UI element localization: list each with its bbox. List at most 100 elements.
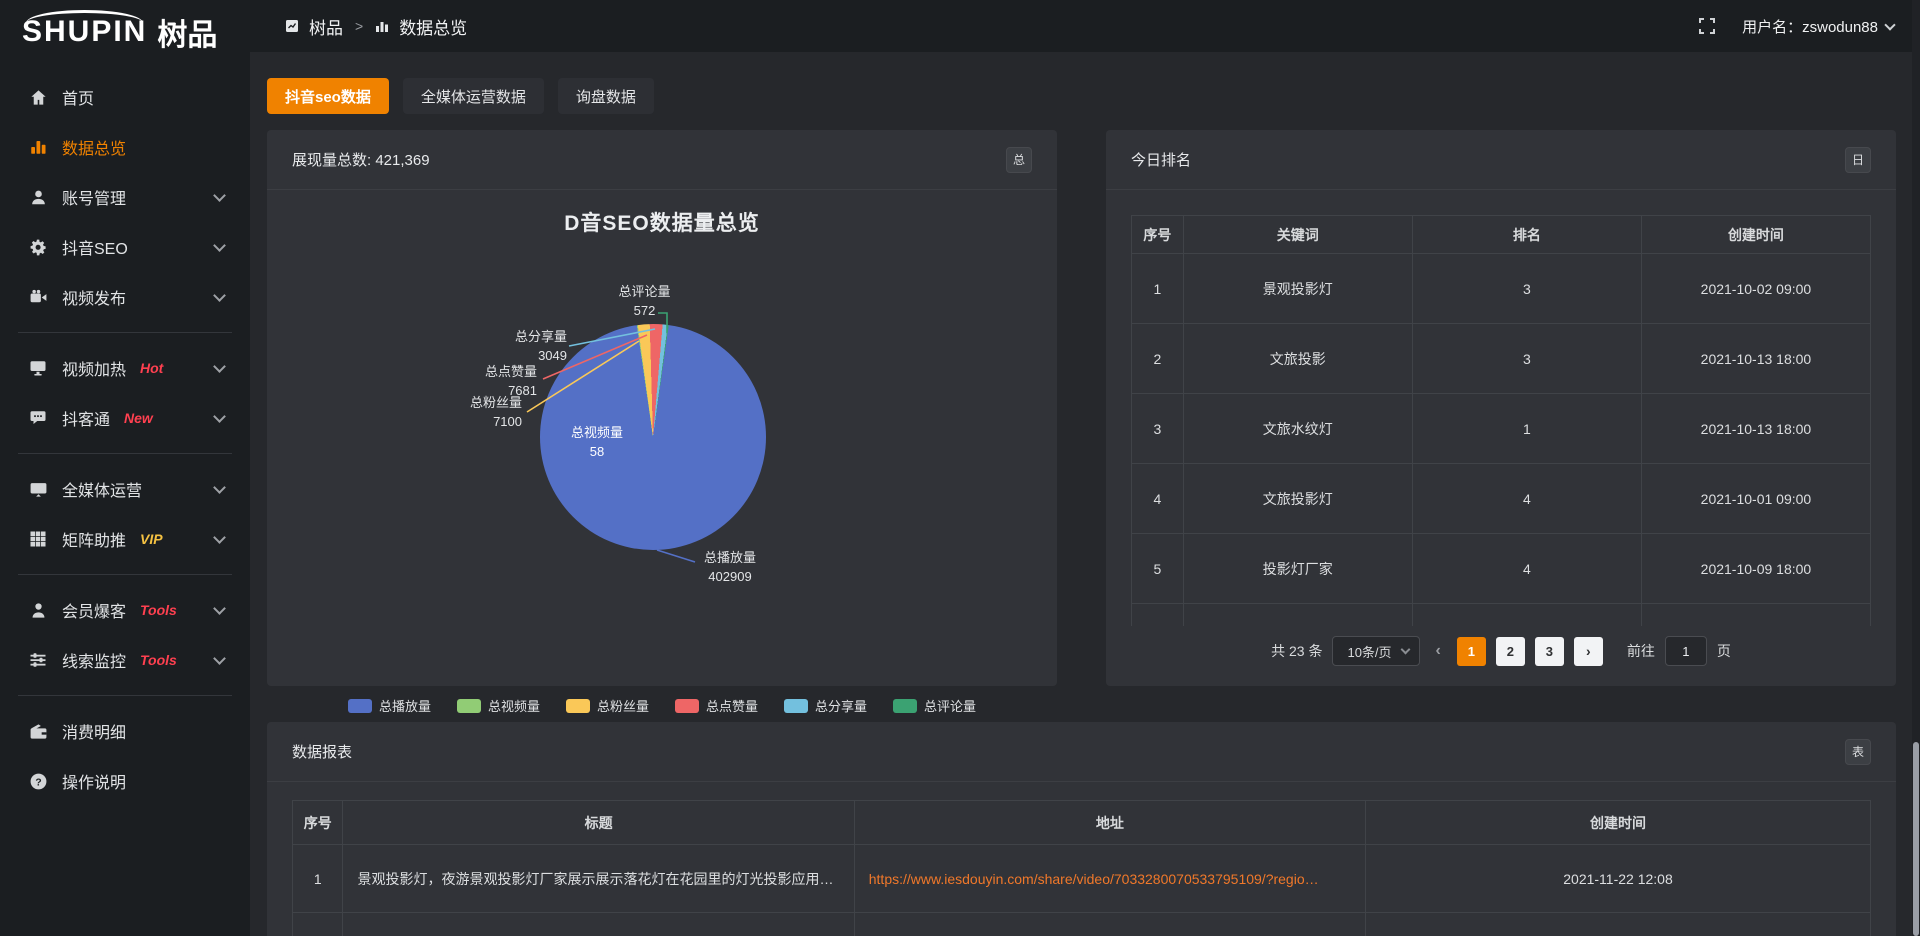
legend-swatch bbox=[893, 699, 917, 713]
table-row[interactable]: 4文旅投影灯 42021-10-01 09:00 bbox=[1132, 464, 1871, 534]
tools-badge: Tools bbox=[140, 652, 177, 668]
legend-swatch bbox=[457, 699, 481, 713]
video-link[interactable]: https://www.iesdouyin.com/share/video/70… bbox=[869, 871, 1319, 887]
sidebar-item-home[interactable]: 首页 bbox=[0, 72, 250, 122]
svg-text:?: ? bbox=[35, 777, 41, 788]
sidebar-item-label: 矩阵助推 bbox=[62, 527, 126, 551]
table-row[interactable]: 5投影灯厂家 42021-10-09 18:00 bbox=[1132, 534, 1871, 604]
sidebar-item-member-baoke[interactable]: 会员爆客 Tools bbox=[0, 585, 250, 635]
fullscreen-icon[interactable] bbox=[1698, 17, 1716, 35]
user-name: 用户名：zswodun88 bbox=[1742, 16, 1878, 37]
report-title: 数据报表 bbox=[292, 741, 352, 762]
chevron-down-icon bbox=[213, 652, 226, 665]
table-row[interactable]: 1 景观投影灯，夜游景观投影灯厂家展示展示落花灯在花园里的灯光投影应用效果 # … bbox=[293, 845, 1871, 913]
tab-omnimedia-data[interactable]: 全媒体运营数据 bbox=[403, 78, 544, 114]
divider bbox=[18, 695, 232, 696]
pie-label-comments: 总评论量 572 bbox=[587, 283, 702, 321]
report-panel: 数据报表 表 序号 标题 地址 创建时间 1 景观投影灯，夜游景观投影灯厂家展示… bbox=[267, 722, 1896, 936]
scrollbar-track[interactable] bbox=[1912, 0, 1920, 936]
legend-swatch bbox=[675, 699, 699, 713]
table-row[interactable]: 3文旅水纹灯 12021-10-13 18:00 bbox=[1132, 394, 1871, 464]
sidebar-item-account[interactable]: 账号管理 bbox=[0, 172, 250, 222]
legend-label: 总视频量 bbox=[488, 696, 540, 715]
sidebar-item-matrix-boost[interactable]: 矩阵助推 VIP bbox=[0, 514, 250, 564]
sidebar-menu: 首页 数据总览 账号管理 抖音SEO bbox=[0, 72, 250, 806]
scrollbar-thumb[interactable] bbox=[1913, 742, 1919, 936]
user-menu[interactable]: 用户名：zswodun88 bbox=[1742, 16, 1894, 37]
legend-item-总播放量[interactable]: 总播放量 bbox=[348, 696, 431, 715]
person-icon bbox=[28, 600, 48, 620]
sidebar-item-lead-monitor[interactable]: 线索监控 Tools bbox=[0, 635, 250, 685]
table-toggle-button[interactable]: 表 bbox=[1845, 739, 1871, 765]
monitor-icon bbox=[28, 479, 48, 499]
sidebar-item-label: 操作说明 bbox=[62, 769, 126, 793]
chevron-down-icon bbox=[213, 289, 226, 302]
page-button-1[interactable]: 1 bbox=[1457, 637, 1486, 666]
sidebar-item-video-publish[interactable]: 视频发布 bbox=[0, 272, 250, 322]
legend-label: 总评论量 bbox=[924, 696, 976, 715]
daily-toggle-button[interactable]: 日 bbox=[1845, 147, 1871, 173]
legend-item-总粉丝量[interactable]: 总粉丝量 bbox=[566, 696, 649, 715]
legend-item-总分享量[interactable]: 总分享量 bbox=[784, 696, 867, 715]
pagination-total: 共 23 条 bbox=[1271, 641, 1322, 661]
question-circle-icon: ? bbox=[28, 771, 48, 791]
chart-title: D音SEO数据量总览 bbox=[267, 207, 1057, 237]
ranking-title: 今日排名 bbox=[1131, 149, 1191, 170]
sidebar-item-help[interactable]: ? 操作说明 bbox=[0, 756, 250, 806]
page-size-select[interactable]: 10条/页 bbox=[1332, 636, 1419, 666]
breadcrumb-current: 数据总览 bbox=[399, 14, 467, 39]
video-title: 景观投影灯，夜游景观投影灯厂家展示展示落花灯在花园里的灯光投影应用效果 # bbox=[343, 845, 854, 913]
sidebar-item-label: 消费明细 bbox=[62, 719, 126, 743]
pagination: 共 23 条 10条/页 ‹ 1 2 3 › 前往 页 bbox=[1106, 636, 1896, 666]
prev-page-button[interactable]: ‹ bbox=[1430, 642, 1447, 660]
sidebar-item-consumption[interactable]: 消费明细 bbox=[0, 706, 250, 756]
table-row[interactable]: 1景观投影灯 32021-10-02 09:00 bbox=[1132, 254, 1871, 324]
col-index: 序号 bbox=[1132, 216, 1184, 254]
overview-panel-header: 展现量总数: 421,369 总 bbox=[267, 130, 1057, 190]
user-icon bbox=[28, 187, 48, 207]
breadcrumb-root[interactable]: 树品 bbox=[309, 14, 343, 39]
col-created: 创建时间 bbox=[1641, 216, 1870, 254]
logo-text-cn: 树品 bbox=[157, 10, 217, 54]
sidebar-item-data-overview[interactable]: 数据总览 bbox=[0, 122, 250, 172]
page-button-2[interactable]: 2 bbox=[1496, 637, 1525, 666]
ranking-table: 序号 关键词 排名 创建时间 1景观投影灯 32021-10-02 09:00 … bbox=[1131, 215, 1871, 626]
col-created: 创建时间 bbox=[1366, 801, 1871, 845]
grid-icon bbox=[28, 529, 48, 549]
total-toggle-button[interactable]: 总 bbox=[1006, 147, 1032, 173]
table-row[interactable]: 2文旅投影 32021-10-13 18:00 bbox=[1132, 324, 1871, 394]
legend-item-总评论量[interactable]: 总评论量 bbox=[893, 696, 976, 715]
sidebar-item-label: 会员爆客 bbox=[62, 598, 126, 622]
sidebar-item-label: 线索监控 bbox=[62, 648, 126, 672]
pie-label-plays: 总播放量 402909 bbox=[675, 549, 785, 587]
bar-chart-icon bbox=[28, 137, 48, 157]
page-button-3[interactable]: 3 bbox=[1535, 637, 1564, 666]
chevron-down-icon bbox=[213, 531, 226, 544]
sidebar-item-omnimedia[interactable]: 全媒体运营 bbox=[0, 464, 250, 514]
sidebar-item-douyin-seo[interactable]: 抖音SEO bbox=[0, 222, 250, 272]
tools-badge: Tools bbox=[140, 602, 177, 618]
chat-bubble-icon bbox=[28, 408, 48, 428]
chevron-down-icon bbox=[213, 239, 226, 252]
chevron-down-icon bbox=[213, 602, 226, 615]
chevron-down-icon bbox=[213, 481, 226, 494]
sidebar-item-douketong[interactable]: 抖客通 New bbox=[0, 393, 250, 443]
sidebar-item-label: 抖客通 bbox=[62, 406, 110, 430]
tab-inquiry-data[interactable]: 询盘数据 bbox=[558, 78, 654, 114]
next-page-button[interactable]: › bbox=[1574, 637, 1603, 666]
tab-douyin-seo[interactable]: 抖音seo数据 bbox=[267, 78, 389, 114]
sidebar-item-label: 视频加热 bbox=[62, 356, 126, 380]
video-camera-icon bbox=[28, 287, 48, 307]
sidebar-item-label: 全媒体运营 bbox=[62, 477, 142, 501]
chevron-down-icon bbox=[213, 189, 226, 202]
screen-icon bbox=[28, 358, 48, 378]
col-index: 序号 bbox=[293, 801, 343, 845]
chevron-down-icon bbox=[1884, 19, 1895, 30]
legend-item-总点赞量[interactable]: 总点赞量 bbox=[675, 696, 758, 715]
app-logo: SHUPIN 树品 bbox=[0, 0, 250, 64]
bar-chart-icon bbox=[375, 19, 389, 33]
goto-page-input[interactable] bbox=[1665, 636, 1707, 666]
chart-legend: 总播放量 总视频量 总粉丝量 总点赞量 总分享量 总评论量 bbox=[267, 696, 1057, 715]
sidebar-item-video-heat[interactable]: 视频加热 Hot bbox=[0, 343, 250, 393]
legend-item-总视频量[interactable]: 总视频量 bbox=[457, 696, 540, 715]
